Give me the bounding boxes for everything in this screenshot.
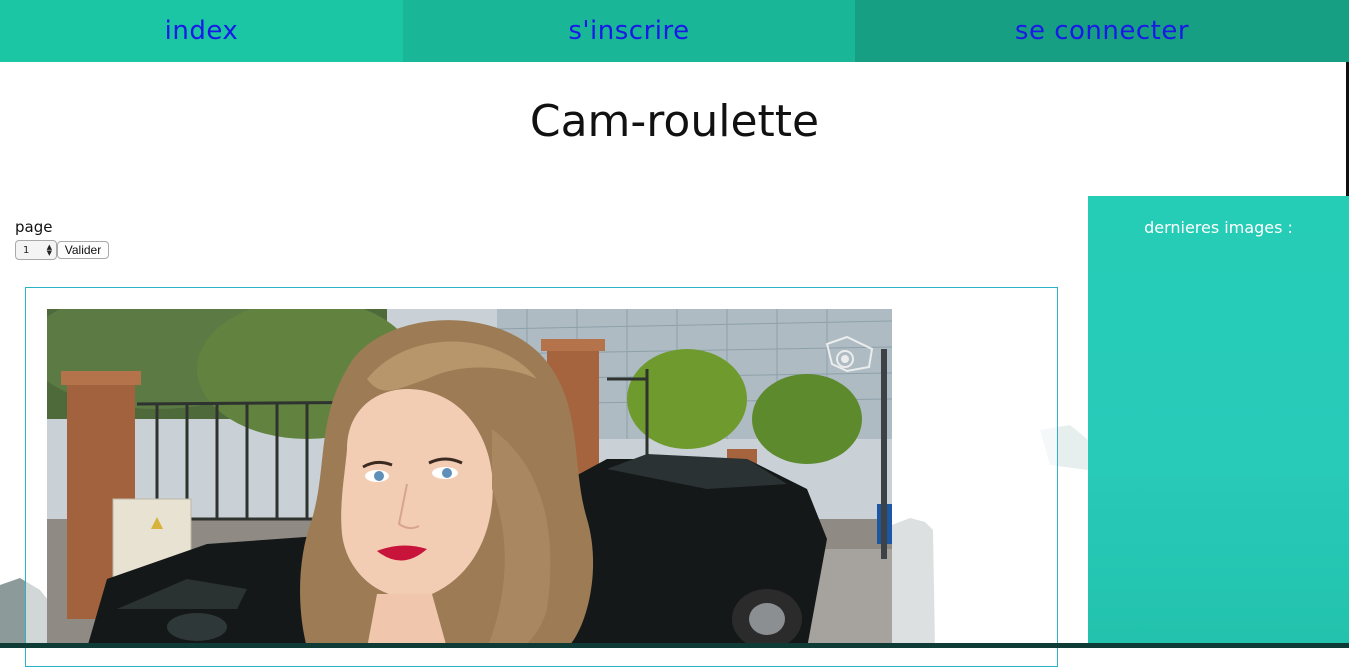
bottom-bar <box>0 643 1349 648</box>
page-title: Cam-roulette <box>529 96 820 147</box>
top-nav: index s'inscrire se connecter <box>0 0 1349 62</box>
page-select[interactable]: 1 ▲ ▼ <box>15 240 57 260</box>
nav-link-login[interactable]: se connecter <box>855 0 1349 62</box>
select-arrows-icon: ▲ ▼ <box>46 243 52 257</box>
gallery-photo[interactable] <box>47 309 892 648</box>
nav-link-signup[interactable]: s'inscrire <box>403 0 855 62</box>
page-select-value: 1 <box>23 244 30 256</box>
photo-montage-image <box>47 309 892 648</box>
latest-images-sidebar: dernieres images : <box>1088 196 1349 648</box>
nav-link-index[interactable]: index <box>0 0 403 62</box>
validate-button[interactable]: Valider <box>57 241 109 259</box>
pager-label: page <box>15 218 53 236</box>
sidebar-title: dernieres images : <box>1144 218 1293 237</box>
